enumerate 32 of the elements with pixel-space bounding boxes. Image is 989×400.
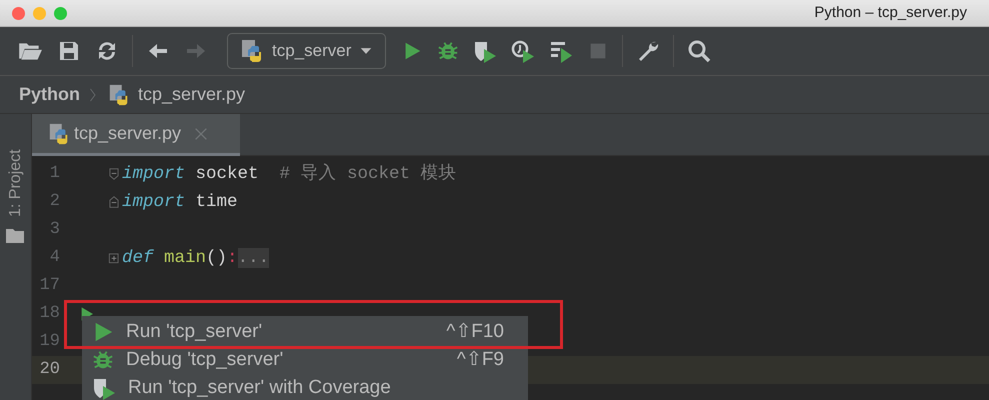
line-number: 17 <box>38 275 60 298</box>
close-icon <box>193 126 210 142</box>
breadcrumb-item[interactable]: Python <box>19 81 80 108</box>
file-tab[interactable]: tcp_server.py <box>32 114 240 156</box>
search-icon <box>687 39 712 63</box>
line-number: 20 <box>38 359 60 382</box>
clock-run-icon <box>511 39 536 63</box>
run-config-dropdown[interactable]: tcp_server <box>227 33 386 69</box>
line-number: 19 <box>38 331 60 354</box>
menu-item[interactable]: Run 'tcp_server' with Coverage <box>82 374 528 400</box>
bug-icon <box>437 40 460 62</box>
line-number: 1 <box>48 163 60 186</box>
line-number: 2 <box>48 191 60 214</box>
python-file-icon <box>108 84 130 106</box>
list-run-icon <box>549 39 574 63</box>
code-line: def main():... <box>122 246 270 270</box>
breadcrumb-item[interactable]: tcp_server.py <box>138 81 246 108</box>
line-number: 3 <box>48 219 60 242</box>
close-button[interactable] <box>12 6 25 20</box>
python-file-icon <box>48 122 70 144</box>
save-icon <box>57 39 81 63</box>
shield-run-icon <box>473 39 498 63</box>
code-line: import time <box>122 190 238 214</box>
line-number: 18 <box>38 303 60 326</box>
code-line: import socket # 导入 socket 模块 <box>122 162 457 186</box>
bug-icon <box>92 349 114 371</box>
shield-run-icon <box>92 376 116 400</box>
line-number: 4 <box>48 247 60 270</box>
python-icon <box>240 39 264 63</box>
window-title: Python – tcp_server.py <box>814 2 968 23</box>
folder-icon <box>6 227 24 243</box>
menu-item[interactable]: Debug 'tcp_server' ^⇧F9 <box>82 346 528 374</box>
